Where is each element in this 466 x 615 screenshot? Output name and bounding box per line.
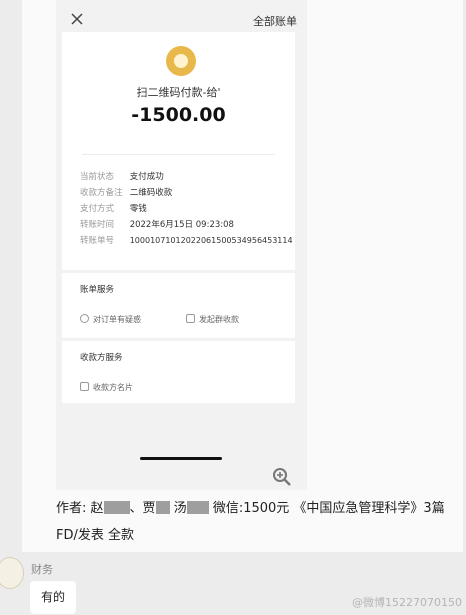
group-collect-label: 发起群收款 (199, 315, 239, 324)
redaction-block (155, 501, 170, 514)
detail-row-time: 转账时间 2022年6月15日 09:23:08 (80, 218, 234, 230)
caption-author-prefix: 作者: 赵 (56, 501, 104, 516)
message-text-line1: 作者: 赵 、贾 汤 微信:1500元 《中国应急管理科学》3篇 (56, 497, 445, 516)
message-bubble: 全部账单 扫二维码付款-给' -1500.00 当前状态 支付成功 收款方备注 … (22, 0, 463, 552)
merchant-name: 扫二维码付款-给' (136, 86, 221, 99)
caption-author-mid: 、贾 (129, 501, 156, 516)
section-title: 收款方服务 (80, 353, 123, 363)
detail-value: 零钱 (129, 204, 147, 214)
detail-row-method: 支付方式 零钱 (80, 202, 147, 214)
detail-value: 2022年6月15日 09:23:08 (129, 220, 234, 230)
detail-value: 二维码收款 (129, 188, 173, 198)
caption-payment-info: 微信:1500元 《中国应急管理科学》3篇 (212, 501, 445, 516)
bill-detail-card: 扫二维码付款-给' -1500.00 当前状态 支付成功 收款方备注 二维码收款… (62, 32, 295, 270)
payee-card-button[interactable]: 收款方名片 (80, 382, 133, 393)
detail-key: 当前状态 (80, 172, 115, 182)
divider (82, 154, 275, 155)
detail-key: 收款方备注 (80, 188, 123, 198)
bill-service-card: 账单服务 对订单有疑惑 发起群收款 (62, 273, 295, 338)
order-question-button[interactable]: 对订单有疑惑 (80, 314, 141, 325)
sender-name: 财务 (31, 563, 53, 576)
question-icon (80, 314, 89, 323)
reply-bubble[interactable]: 有的 (30, 581, 76, 614)
note-icon (186, 314, 195, 323)
coin-icon (166, 46, 196, 76)
payee-service-card: 收款方服务 收款方名片 (62, 341, 295, 403)
payment-amount: -1500.00 (131, 104, 226, 126)
close-icon[interactable] (68, 10, 86, 28)
message-text-line2: FD/发表 全款 (56, 528, 135, 543)
order-question-label: 对订单有疑惑 (93, 315, 141, 324)
card-icon (80, 382, 89, 391)
detail-row-payee-note: 收款方备注 二维码收款 (80, 186, 172, 198)
detail-key: 支付方式 (80, 204, 115, 214)
redaction-block (103, 501, 130, 514)
detail-row-order-no: 转账单号 1000107101202206150053495645311​4 (80, 234, 293, 246)
detail-key: 转账单号 (80, 236, 115, 246)
avatar[interactable] (0, 557, 24, 589)
group-collect-button[interactable]: 发起群收款 (186, 314, 239, 325)
detail-value: 1000107101202206150053495645311​4 (129, 236, 293, 245)
detail-key: 转账时间 (80, 220, 115, 230)
payee-card-label: 收款方名片 (93, 383, 133, 392)
home-indicator (140, 457, 222, 460)
watermark: @微博1522707​0150 (352, 596, 462, 609)
all-bills-link[interactable]: 全部账单 (253, 13, 297, 29)
detail-row-status: 当前状态 支付成功 (80, 170, 164, 182)
caption-author-mid2: 汤 (173, 501, 187, 516)
redaction-block (186, 501, 209, 514)
zoom-in-icon[interactable] (272, 467, 292, 487)
detail-value: 支付成功 (129, 172, 164, 182)
section-title: 账单服务 (80, 285, 115, 295)
payment-screenshot-image[interactable]: 全部账单 扫二维码付款-给' -1500.00 当前状态 支付成功 收款方备注 … (56, 0, 307, 490)
